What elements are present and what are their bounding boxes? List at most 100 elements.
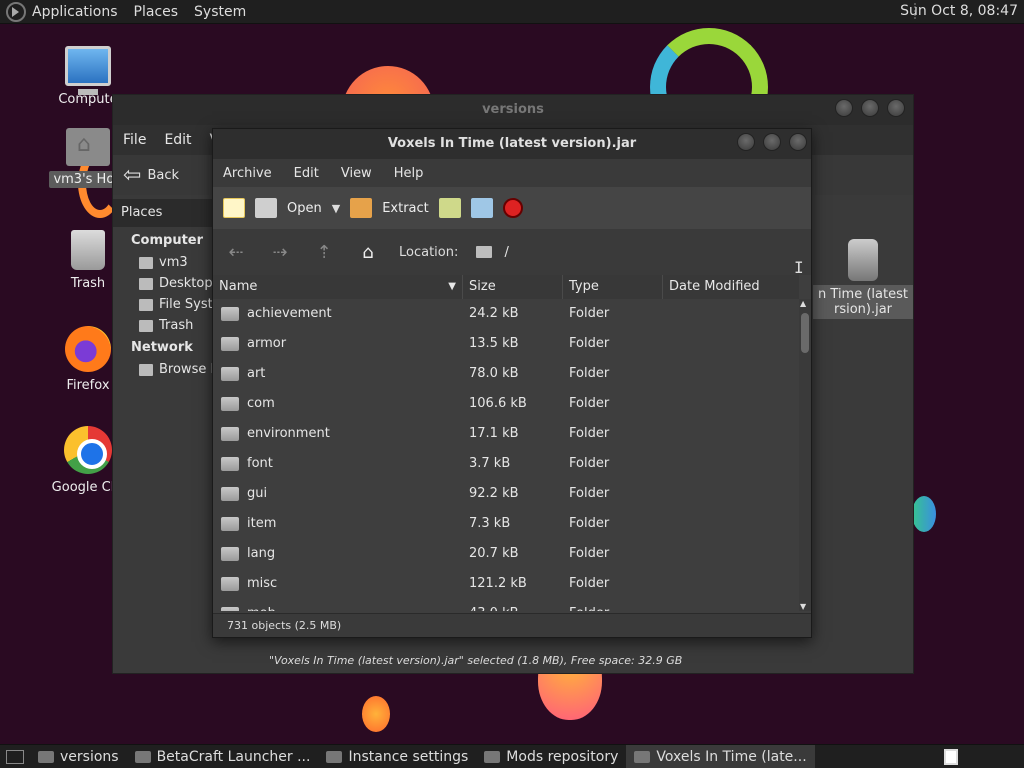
back-nav-icon[interactable]: ⇠ (223, 242, 249, 263)
add-files-button[interactable] (438, 198, 461, 218)
extract-button[interactable]: Extract (382, 201, 429, 216)
list-item[interactable]: gui 92.2 kB Folder (213, 479, 799, 509)
list-item[interactable]: armor 13.5 kB Folder (213, 329, 799, 359)
column-header-name[interactable]: Name ▼ (213, 275, 463, 299)
item-name: lang (247, 546, 276, 561)
sidebar-item-trash[interactable]: Trash (113, 315, 213, 336)
item-size: 92.2 kB (469, 486, 519, 501)
item-type: Folder (569, 396, 610, 411)
up-nav-icon[interactable]: ⇡ (311, 242, 337, 263)
minimize-button[interactable] (835, 99, 853, 117)
item-type: Folder (569, 366, 610, 381)
sidebar-item-vm3[interactable]: vm3 (113, 252, 213, 273)
list-item[interactable]: font 3.7 kB Folder (213, 449, 799, 479)
clock[interactable]: Sun Oct 8, 08:47 (900, 3, 1018, 19)
item-name: font (247, 456, 273, 471)
list-item[interactable]: com 106.6 kB Folder (213, 389, 799, 419)
java-icon (326, 750, 343, 763)
back-arrow-icon[interactable]: ⇦ (123, 163, 141, 188)
menu-edit[interactable]: Edit (164, 132, 191, 148)
taskbar-item-mods-repository[interactable]: Mods repository (476, 745, 626, 768)
column-headers: Name ▼ Size Type Date Modified (213, 275, 799, 299)
add-folder-button[interactable] (470, 198, 493, 218)
extract-icon[interactable] (350, 198, 373, 218)
sidebar-item-desktop[interactable]: Desktop (113, 273, 213, 294)
places-menu[interactable]: Places (134, 4, 179, 20)
home-folder-icon (66, 128, 110, 166)
item-name: mob (247, 599, 276, 611)
column-header-type[interactable]: Type (563, 275, 663, 299)
maximize-button[interactable] (861, 99, 879, 117)
column-header-size[interactable]: Size (463, 275, 563, 299)
folder-icon (221, 397, 239, 411)
list-item[interactable]: art 78.0 kB Folder (213, 359, 799, 389)
file-item-label: n Time (latest rsion).jar (813, 285, 913, 319)
item-name: com (247, 396, 275, 411)
scroll-thumb[interactable] (801, 313, 809, 353)
list-item[interactable]: mob 43.0 kBFolder (213, 599, 799, 611)
close-button[interactable] (789, 133, 807, 151)
sidebar-item-filesystem[interactable]: File Syst (113, 294, 213, 315)
system-logo-icon[interactable] (6, 1, 26, 22)
taskbar-item-betacraft[interactable]: BetaCraft Launcher ... (127, 745, 319, 768)
file-item-jar[interactable]: n Time (latest rsion).jar (813, 239, 913, 319)
list-item[interactable]: achievement 24.2 kB Folder (213, 299, 799, 329)
menu-edit[interactable]: Edit (294, 166, 319, 181)
location-path[interactable]: / (476, 245, 509, 260)
places-selector[interactable]: Places (113, 199, 213, 227)
sidebar-item-browse-network[interactable]: Browse I (113, 359, 214, 380)
show-desktop-button[interactable] (6, 749, 24, 764)
trash-applet-icon[interactable] (944, 749, 958, 765)
menu-archive[interactable]: Archive (223, 166, 272, 181)
taskbar-item-versions[interactable]: versions (30, 745, 127, 768)
folder-icon (221, 307, 239, 321)
list-item[interactable]: item 7.3 kB Folder (213, 509, 799, 539)
item-type: Folder (569, 456, 610, 471)
menu-help[interactable]: Help (394, 166, 424, 181)
back-button[interactable]: Back (147, 168, 179, 183)
status-bar: 731 objects (2.5 MB) (213, 613, 811, 637)
window-title[interactable]: versions (113, 95, 913, 125)
maximize-button[interactable] (763, 133, 781, 151)
item-size: 3.7 kB (469, 456, 511, 471)
open-icon[interactable] (255, 198, 277, 218)
sidebar: Computer vm3 Desktop File Syst Trash Net… (113, 229, 214, 380)
menu-file[interactable]: File (123, 132, 146, 148)
item-date (663, 419, 799, 449)
close-button[interactable] (887, 99, 905, 117)
taskbar-item-instance-settings[interactable]: Instance settings (318, 745, 476, 768)
sidebar-item-label: File Syst (159, 297, 213, 312)
archive-manager-window[interactable]: Voxels In Time (latest version).jar Arch… (212, 128, 812, 638)
home-nav-icon[interactable]: ⌂ (355, 242, 381, 263)
taskbar-item-voxels[interactable]: Voxels In Time (late... (626, 744, 815, 768)
list-item[interactable]: misc 121.2 kB Folder (213, 569, 799, 599)
window-title[interactable]: Voxels In Time (latest version).jar (213, 129, 811, 159)
item-size: 121.2 kB (469, 576, 527, 591)
taskbar-item-label: Voxels In Time (late... (656, 748, 807, 765)
scroll-down-icon[interactable]: ▼ (800, 602, 806, 611)
item-date (663, 599, 799, 611)
open-button[interactable]: Open (287, 201, 322, 216)
minimize-button[interactable] (737, 133, 755, 151)
folder-icon (221, 457, 239, 471)
applications-menu[interactable]: Applications (32, 4, 118, 20)
vertical-scrollbar[interactable]: ▲ ▼ (799, 299, 811, 611)
stop-button[interactable] (502, 198, 523, 218)
chrome-icon (64, 426, 112, 474)
scroll-up-icon[interactable]: ▲ (800, 299, 806, 308)
open-dropdown-icon[interactable]: ▼ (332, 202, 340, 215)
item-type: Folder (569, 306, 610, 321)
folder-icon (221, 427, 239, 441)
list-item[interactable]: environment 17.1 kB Folder (213, 419, 799, 449)
item-date (663, 299, 799, 329)
item-type: Folder (569, 426, 610, 441)
item-date (663, 449, 799, 479)
item-type: Folder (569, 576, 610, 591)
system-menu[interactable]: System (194, 4, 246, 20)
column-header-date[interactable]: Date Modified (663, 275, 799, 299)
list-item[interactable]: lang 20.7 kB Folder (213, 539, 799, 569)
menu-view[interactable]: View (341, 166, 372, 181)
top-panel: Applications Places System Sun Oct 8, 08… (0, 0, 1024, 24)
forward-nav-icon[interactable]: ⇢ (267, 242, 293, 263)
new-archive-button[interactable] (223, 198, 245, 218)
